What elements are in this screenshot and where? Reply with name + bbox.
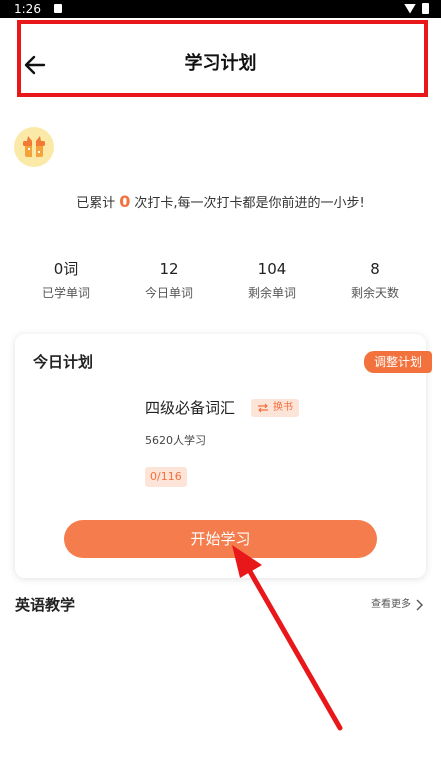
checkin-streak-text: 已累计 0 次打卡,每一次打卡都是你前进的一小步! (0, 192, 441, 214)
system-icons (404, 3, 429, 14)
stat-learned-words: 0词 已学单词 (16, 258, 116, 304)
stat-value: 104 (257, 260, 287, 278)
view-more-link[interactable]: 查看更多 (371, 597, 423, 613)
stat-label: 剩余天数 (350, 286, 399, 300)
book-name: 四级必备词汇 (145, 399, 236, 417)
card-title: 今日计划 (33, 353, 94, 371)
stat-label: 剩余单词 (247, 286, 296, 300)
notification-icon (54, 4, 62, 13)
status-time: 1:26 (14, 2, 41, 16)
stat-label: 已学单词 (41, 286, 90, 300)
stat-value: 8 (370, 260, 380, 278)
checkin-count: 0 (119, 192, 131, 211)
today-plan-card: 今日计划 调整计划 四级必备词汇 换书 5620人学习 0/116 开始学习 (15, 334, 432, 578)
chevron-right-icon (416, 599, 423, 611)
section-title: 英语教学 (15, 596, 76, 614)
swap-book-button[interactable]: 换书 (251, 399, 299, 417)
swap-label: 换书 (273, 402, 293, 413)
highlight-box-annotation (17, 20, 428, 97)
stat-label: 今日单词 (144, 286, 193, 300)
battery-icon (422, 3, 429, 14)
stat-value: 12 (159, 260, 179, 278)
adjust-plan-button[interactable]: 调整计划 (363, 351, 432, 373)
status-bar: 1:26 (0, 0, 441, 18)
stat-value: 0词 (53, 260, 79, 278)
checkin-trophy-icon (14, 127, 54, 167)
stat-remaining-days: 8 剩余天数 (325, 258, 425, 304)
start-learning-button[interactable]: 开始学习 (64, 520, 377, 558)
stat-today-words: 12 今日单词 (119, 258, 219, 304)
stats-row: 0词 已学单词 12 今日单词 104 剩余单词 8 剩余天数 (0, 258, 441, 308)
view-more-label: 查看更多 (371, 599, 411, 610)
learner-count: 5620人学习 (145, 434, 206, 447)
checkin-suffix: 次打卡,每一次打卡都是你前进的一小步! (134, 196, 365, 211)
checkin-prefix: 已累计 (76, 196, 116, 211)
stat-remaining-words: 104 剩余单词 (222, 258, 322, 304)
progress-badge: 0/116 (145, 467, 187, 487)
wifi-icon (404, 3, 416, 14)
swap-icon (258, 403, 268, 413)
